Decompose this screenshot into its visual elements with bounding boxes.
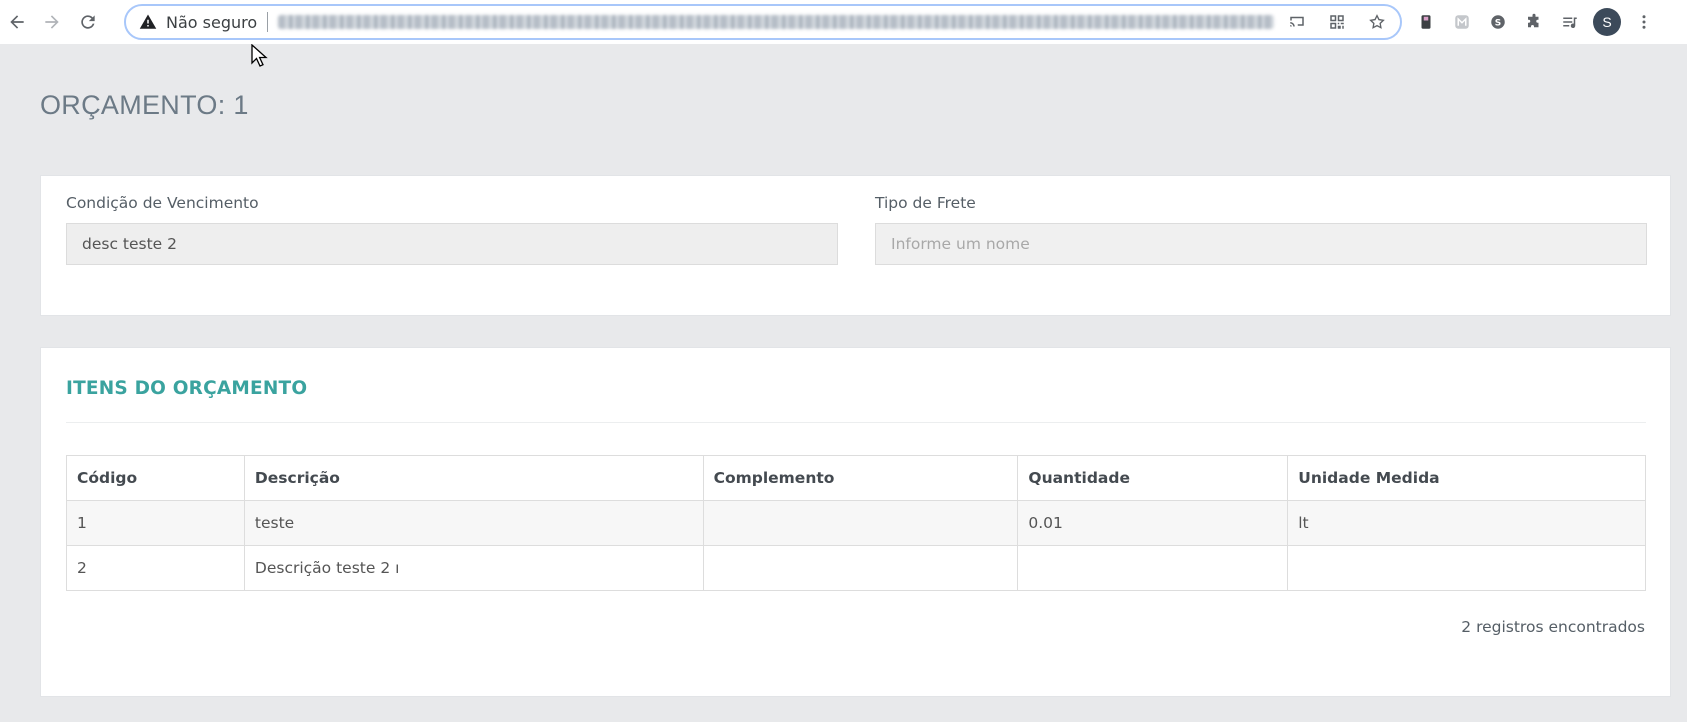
col-header-quantidade[interactable]: Quantidade	[1017, 455, 1289, 501]
frete-label: Tipo de Frete	[875, 194, 976, 212]
reload-icon	[81, 15, 95, 29]
omnibox-separator	[267, 12, 269, 32]
omnibox-actions	[1284, 6, 1390, 38]
table-row[interactable]: 2 Descrição teste 2 ı	[66, 545, 1646, 591]
table-row[interactable]: 1 teste 0.01 lt	[66, 500, 1646, 546]
back-button[interactable]	[0, 4, 34, 40]
cell-quantidade	[1017, 545, 1289, 591]
reload-button[interactable]	[70, 4, 106, 40]
section-divider	[66, 422, 1646, 423]
svg-text:S: S	[1495, 18, 1501, 28]
forward-button[interactable]	[34, 4, 70, 40]
cell-complemento	[702, 545, 1019, 591]
extension-m-icon[interactable]	[1449, 9, 1475, 35]
cell-complemento	[702, 500, 1019, 546]
cell-codigo: 1	[66, 500, 245, 546]
kebab-menu-icon[interactable]	[1631, 9, 1657, 35]
profile-avatar[interactable]: S	[1593, 8, 1621, 36]
browser-toolbar: Não seguro S S	[0, 0, 1687, 44]
media-queue-icon[interactable]	[1557, 9, 1583, 35]
security-label[interactable]: Não seguro	[166, 13, 257, 32]
condicao-field[interactable]: desc teste 2	[66, 223, 838, 265]
condicao-label: Condição de Vencimento	[66, 194, 259, 212]
table-header-row: Código Descrição Complemento Quantidade …	[66, 455, 1646, 501]
col-header-complemento[interactable]: Complemento	[702, 455, 1019, 501]
items-table: Código Descrição Complemento Quantidade …	[66, 455, 1646, 591]
blurred-url[interactable]	[278, 15, 1275, 29]
cell-quantidade: 0.01	[1017, 500, 1289, 546]
star-icon[interactable]	[1364, 9, 1390, 35]
cell-codigo: 2	[66, 545, 245, 591]
extensions-area: S S	[1413, 0, 1657, 44]
mouse-cursor-icon	[251, 44, 268, 67]
warning-icon	[138, 12, 158, 32]
col-header-codigo[interactable]: Código	[66, 455, 245, 501]
cell-unidade: lt	[1287, 500, 1646, 546]
address-bar[interactable]: Não seguro	[124, 4, 1402, 40]
cell-unidade	[1287, 545, 1646, 591]
col-header-unidade[interactable]: Unidade Medida	[1287, 455, 1646, 501]
cast-icon[interactable]	[1284, 9, 1310, 35]
puzzle-icon[interactable]	[1521, 9, 1547, 35]
qr-code-icon[interactable]	[1324, 9, 1350, 35]
extension-skype-icon[interactable]: S	[1485, 9, 1511, 35]
section-title: ITENS DO ORÇAMENTO	[66, 378, 308, 399]
extension-clipboard-icon[interactable]	[1413, 9, 1439, 35]
arrow-right-icon	[45, 15, 59, 29]
cell-descricao: teste	[243, 500, 704, 546]
form-card: Condição de Vencimento desc teste 2 Tipo…	[40, 175, 1671, 316]
cell-descricao: Descrição teste 2 ı	[243, 545, 704, 591]
records-count: 2 registros encontrados	[1461, 618, 1645, 636]
arrow-left-icon	[10, 15, 24, 29]
page-title: ORÇAMENTO: 1	[40, 90, 249, 120]
frete-field[interactable]: Informe um nome	[875, 223, 1647, 265]
items-card: ITENS DO ORÇAMENTO Código Descrição Comp…	[40, 347, 1671, 697]
col-header-descricao[interactable]: Descrição	[243, 455, 704, 501]
